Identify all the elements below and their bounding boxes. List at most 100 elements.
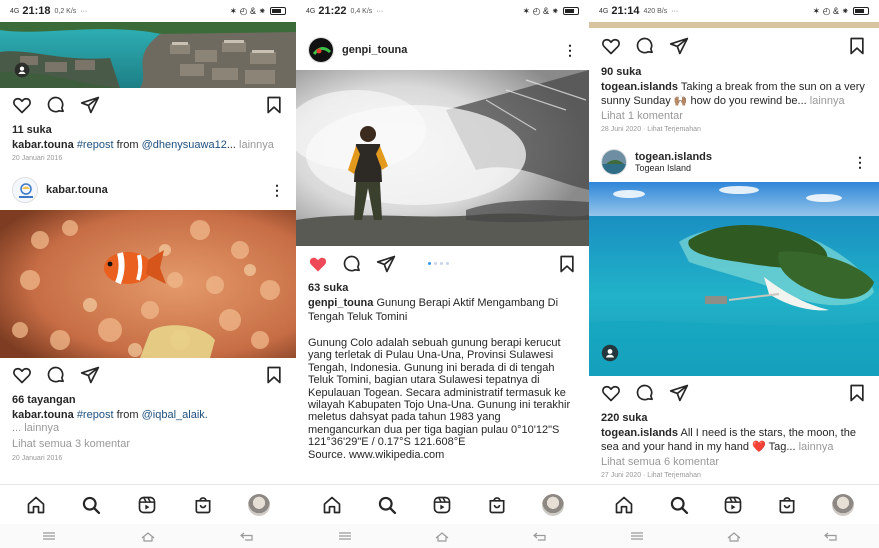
shop-icon[interactable] xyxy=(777,495,797,515)
carousel-dot xyxy=(446,262,449,265)
menu-icon[interactable] xyxy=(337,530,353,542)
shop-icon[interactable] xyxy=(487,495,507,515)
view-comments-link[interactable]: Lihat semua 6 komentar xyxy=(601,456,719,468)
post-location[interactable]: Togean Island xyxy=(635,163,712,174)
more-link[interactable]: lainnya xyxy=(807,95,845,107)
more-link[interactable]: lainnya xyxy=(236,139,274,151)
back-icon[interactable] xyxy=(532,530,548,542)
like-count[interactable]: 63 suka xyxy=(308,282,348,294)
reels-icon[interactable] xyxy=(137,495,157,515)
bottom-nav xyxy=(589,484,879,524)
menu-icon[interactable] xyxy=(629,530,645,542)
post-image-village[interactable] xyxy=(0,22,296,88)
more-link[interactable]: ... lainnya xyxy=(12,422,59,434)
caption-mention[interactable]: @iqbal_alaik. xyxy=(142,409,208,421)
shop-icon[interactable] xyxy=(193,495,213,515)
bottom-nav xyxy=(0,484,296,524)
user-avatar[interactable] xyxy=(308,37,334,63)
user-avatar[interactable] xyxy=(601,149,627,175)
caption-text: from xyxy=(113,139,142,151)
comment-icon[interactable] xyxy=(635,383,655,403)
share-icon[interactable] xyxy=(669,383,689,403)
comment-icon[interactable] xyxy=(46,365,66,385)
menu-icon[interactable] xyxy=(41,530,57,542)
view-comments-link[interactable]: Lihat semua 3 komentar xyxy=(12,438,130,450)
tagged-user-icon[interactable] xyxy=(601,344,619,362)
system-nav-bar xyxy=(589,524,879,548)
profile-avatar[interactable] xyxy=(831,493,854,516)
search-icon[interactable] xyxy=(377,495,397,515)
comment-icon[interactable] xyxy=(635,36,655,56)
heart-icon[interactable] xyxy=(601,383,621,403)
post-header: kabar.touna ⋮ xyxy=(0,170,296,210)
system-icons: ✶ ◴ & ⁕ xyxy=(229,5,266,16)
like-count[interactable]: 220 suka xyxy=(601,412,647,424)
save-icon[interactable] xyxy=(557,254,577,274)
signal-indicator: 4G xyxy=(10,7,20,15)
post-username[interactable]: kabar.touna xyxy=(46,184,108,196)
heart-icon[interactable] xyxy=(12,365,32,385)
like-count[interactable]: 11 suka xyxy=(12,124,52,136)
share-icon[interactable] xyxy=(80,95,100,115)
save-icon[interactable] xyxy=(847,36,867,56)
view-count[interactable]: 66 tayangan xyxy=(12,394,76,406)
caption-line: Tengah, Indonesia. Gunung ini berada di … xyxy=(308,361,555,374)
heart-icon[interactable] xyxy=(308,254,328,274)
caption-username[interactable]: togean.islands xyxy=(601,427,678,439)
comment-icon[interactable] xyxy=(46,95,66,115)
back-icon[interactable] xyxy=(239,530,255,542)
save-icon[interactable] xyxy=(847,383,867,403)
more-icon[interactable]: ⋮ xyxy=(563,43,577,57)
network-speed: 0,4 K/s xyxy=(350,7,373,15)
caption-hashtag[interactable]: #repost xyxy=(77,409,114,421)
caption-username[interactable]: genpi_touna xyxy=(308,297,373,309)
caption-hashtag[interactable]: #repost xyxy=(77,139,114,151)
share-icon[interactable] xyxy=(669,36,689,56)
profile-avatar[interactable] xyxy=(541,493,564,516)
search-icon[interactable] xyxy=(669,495,689,515)
profile-avatar[interactable] xyxy=(248,493,271,516)
home-button-icon[interactable] xyxy=(726,530,742,542)
home-button-icon[interactable] xyxy=(140,530,156,542)
home-icon[interactable] xyxy=(26,495,46,515)
post-image-island[interactable] xyxy=(589,182,879,376)
post-image-volcano[interactable] xyxy=(296,70,589,246)
caption-username[interactable]: kabar.touna xyxy=(12,409,74,421)
save-icon[interactable] xyxy=(264,365,284,385)
caption-username[interactable]: togean.islands xyxy=(601,81,678,93)
more-link[interactable]: lainnya xyxy=(796,441,834,453)
home-icon[interactable] xyxy=(614,495,634,515)
phone-screen-2: 4G 21:22 0,4 K/s ··· ✶ ◴ & ⁕ genpi_touna… xyxy=(296,0,589,548)
tagged-user-icon[interactable] xyxy=(14,62,30,78)
post-username[interactable]: togean.islands xyxy=(635,151,712,163)
heart-icon[interactable] xyxy=(601,36,621,56)
comment-icon[interactable] xyxy=(342,254,362,274)
post-username[interactable]: genpi_touna xyxy=(342,44,407,56)
save-icon[interactable] xyxy=(264,95,284,115)
bottom-nav xyxy=(296,484,589,524)
search-icon[interactable] xyxy=(81,495,101,515)
reels-icon[interactable] xyxy=(723,495,743,515)
heart-icon[interactable] xyxy=(12,95,32,115)
caption-line: wilayah Kabupaten Tojo Una-Una. Gunung i… xyxy=(308,399,571,412)
post-date: 20 Januari 2016 xyxy=(12,455,63,462)
back-icon[interactable] xyxy=(823,530,839,542)
more-icon[interactable]: ⋮ xyxy=(270,183,284,197)
home-button-icon[interactable] xyxy=(434,530,450,542)
share-icon[interactable] xyxy=(80,365,100,385)
phone-screen-3: 4G 21:14 420 B/s ··· ✶ ◴ & ⁕ 90 suka tog… xyxy=(589,0,879,548)
share-icon[interactable] xyxy=(376,254,396,274)
caption-mention[interactable]: @dhenysuawa12 xyxy=(142,139,227,151)
user-avatar[interactable] xyxy=(12,177,38,203)
previous-post-image[interactable] xyxy=(589,22,879,28)
caption-line: 121°36'29"E / 0.17°S 121.608°E xyxy=(308,436,466,449)
view-comments-link[interactable]: Lihat 1 komentar xyxy=(601,110,683,122)
post-caption: kabar.touna #repost from @iqbal_alaik. xyxy=(12,408,286,422)
like-count[interactable]: 90 suka xyxy=(601,66,641,78)
caption-username[interactable]: kabar.touna xyxy=(12,139,74,151)
caption-line: Gunung Colo adalah sebuah gunung berapi … xyxy=(308,337,561,349)
post-image-clownfish[interactable] xyxy=(0,210,296,358)
more-icon[interactable]: ⋮ xyxy=(853,155,867,169)
reels-icon[interactable] xyxy=(432,495,452,515)
home-icon[interactable] xyxy=(322,495,342,515)
